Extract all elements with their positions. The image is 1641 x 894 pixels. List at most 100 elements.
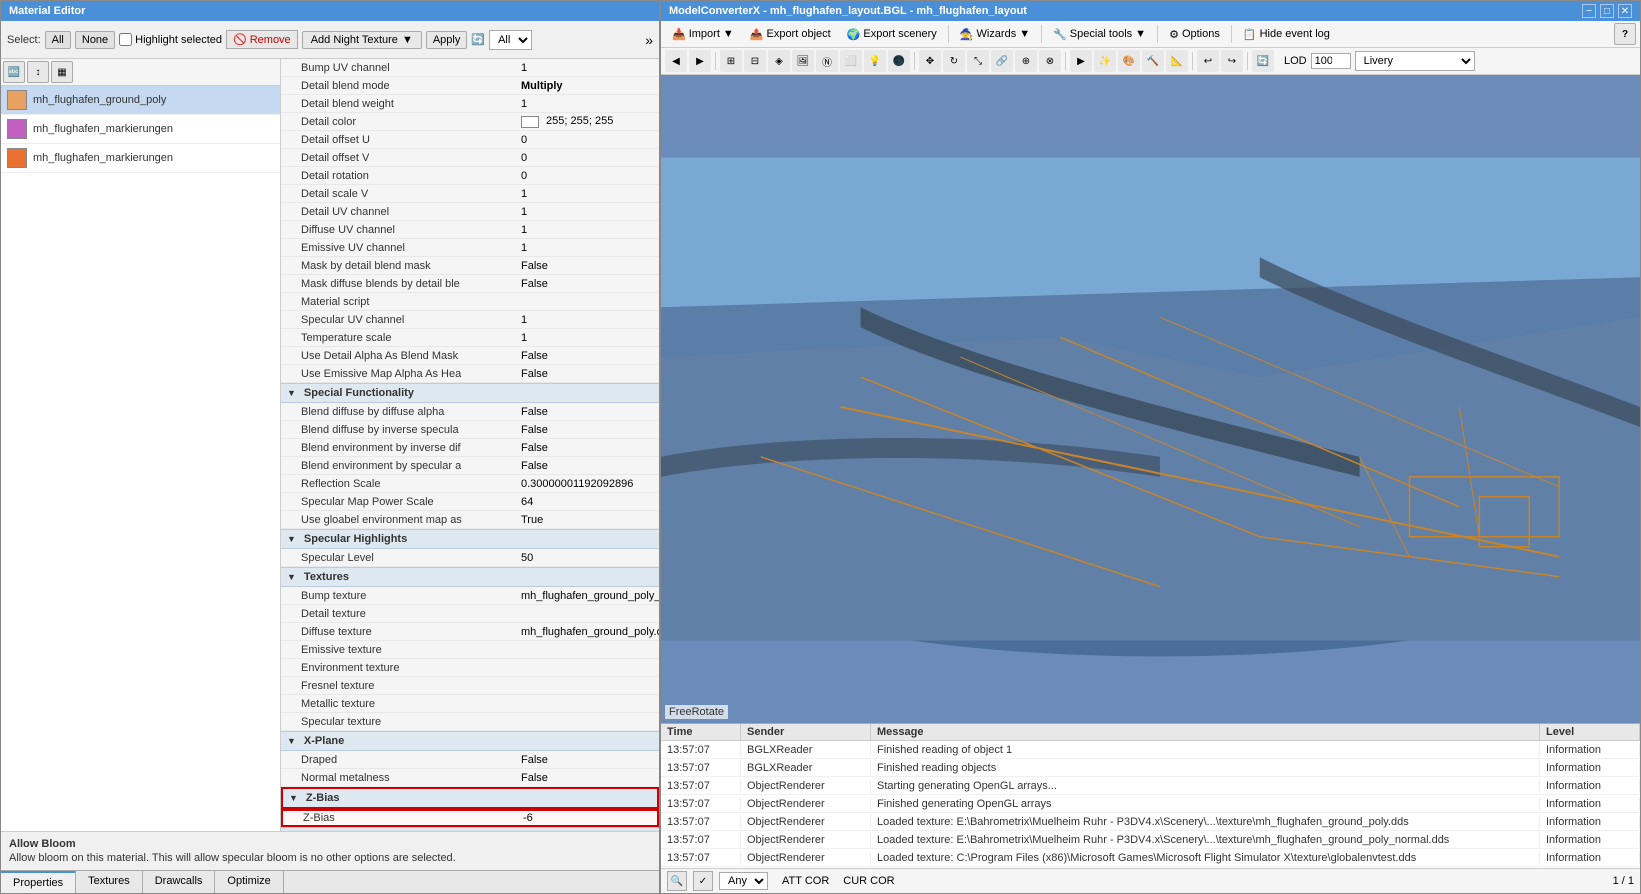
prop-row-normal-metal[interactable]: Normal metalness False (281, 769, 659, 787)
redo-icon[interactable]: ↪ (1221, 50, 1243, 72)
prop-row-fresnel-tex[interactable]: Fresnel texture (281, 677, 659, 695)
scale-icon[interactable]: ⤡ (967, 50, 989, 72)
bbox-icon[interactable]: ⬜ (840, 50, 862, 72)
all-button[interactable]: All (45, 31, 71, 49)
light-icon[interactable]: 💡 (864, 50, 886, 72)
prop-row-blend-diffuse[interactable]: Blend diffuse by diffuse alpha False (281, 403, 659, 421)
menu-options[interactable]: ⚙ Options (1162, 25, 1227, 44)
none-button[interactable]: None (75, 31, 115, 49)
sort-alpha-button[interactable]: 🔤 (3, 61, 25, 83)
tab-optimize[interactable]: Optimize (215, 871, 283, 893)
prop-row-specular-uv[interactable]: Specular UV channel 1 (281, 311, 659, 329)
move-icon[interactable]: ✥ (919, 50, 941, 72)
prop-row-mask-blend[interactable]: Mask by detail blend mask False (281, 257, 659, 275)
prop-row-spec-power[interactable]: Specular Map Power Scale 64 (281, 493, 659, 511)
prop-row-bump-tex[interactable]: Bump texture mh_flughafen_ground_poly_no… (281, 587, 659, 605)
wireframe-icon[interactable]: ◈ (768, 50, 790, 72)
attach-icon[interactable]: 🔗 (991, 50, 1013, 72)
zoom-fit-icon[interactable]: ⊞ (720, 50, 742, 72)
prop-row-env-tex[interactable]: Environment texture (281, 659, 659, 677)
all-filter-dropdown[interactable]: All (489, 30, 532, 50)
undo-icon[interactable]: ↩ (1197, 50, 1219, 72)
prop-row-temp-scale[interactable]: Temperature scale 1 (281, 329, 659, 347)
sort-order-button[interactable]: ↕ (27, 61, 49, 83)
prop-row-use-emissive[interactable]: Use Emissive Map Alpha As Hea False (281, 365, 659, 383)
texture-icon[interactable]: 🖼 (792, 50, 814, 72)
minimize-button[interactable]: − (1582, 4, 1596, 18)
maximize-button[interactable]: □ (1600, 4, 1614, 18)
prop-row-blend-mode[interactable]: Detail blend mode Multiply (281, 77, 659, 95)
log-row-3[interactable]: 13:57:07 ObjectRenderer Finished generat… (661, 795, 1640, 813)
prop-row-emissive-uv[interactable]: Emissive UV channel 1 (281, 239, 659, 257)
section-textures[interactable]: ▼ Textures (281, 567, 659, 587)
tool2-icon[interactable]: 📐 (1166, 50, 1188, 72)
mat-icon[interactable]: 🎨 (1118, 50, 1140, 72)
any-filter-dropdown[interactable]: Any (719, 872, 768, 890)
highlight-label[interactable]: Highlight selected (119, 33, 222, 46)
prop-row-specular-tex[interactable]: Specular texture (281, 713, 659, 731)
prop-row-global-env[interactable]: Use gloabel environment map as True (281, 511, 659, 529)
prop-row-mat-script[interactable]: Material script (281, 293, 659, 311)
livery-dropdown[interactable]: Livery (1355, 51, 1475, 71)
prop-row-blend-env-spec[interactable]: Blend environment by specular a False (281, 457, 659, 475)
menu-export-object[interactable]: 📤 Export object (743, 25, 838, 44)
prop-row-blend-weight[interactable]: Detail blend weight 1 (281, 95, 659, 113)
forward-icon[interactable]: ▶ (689, 50, 711, 72)
expand-icon[interactable]: » (645, 32, 653, 48)
tab-properties[interactable]: Properties (1, 871, 76, 893)
grid-icon[interactable]: ⊟ (744, 50, 766, 72)
normal-icon[interactable]: Ⓝ (816, 50, 838, 72)
prop-row-reflection[interactable]: Reflection Scale 0.30000001192092896 (281, 475, 659, 493)
prop-row-offset-u[interactable]: Detail offset U 0 (281, 131, 659, 149)
prop-row-offset-v[interactable]: Detail offset V 0 (281, 149, 659, 167)
anim-icon[interactable]: ▶ (1070, 50, 1092, 72)
close-button[interactable]: ✕ (1618, 4, 1632, 18)
prop-row-detail-tex[interactable]: Detail texture (281, 605, 659, 623)
menu-export-scenery[interactable]: 🌍 Export scenery (840, 25, 944, 44)
prop-row-scale-v[interactable]: Detail scale V 1 (281, 185, 659, 203)
highlight-checkbox[interactable] (119, 33, 132, 46)
shadow-icon[interactable]: 🌑 (888, 50, 910, 72)
filter-icon-button[interactable]: 🔍 (667, 871, 687, 891)
tab-textures[interactable]: Textures (76, 871, 143, 893)
menu-hide-event-log[interactable]: 📋 Hide event log (1236, 25, 1337, 44)
prop-row-blend-inv-spec[interactable]: Blend diffuse by inverse specula False (281, 421, 659, 439)
grid-button[interactable]: ▦ (51, 61, 73, 83)
log-row-1[interactable]: 13:57:07 BGLXReader Finished reading obj… (661, 759, 1640, 777)
prop-row-metallic-tex[interactable]: Metallic texture (281, 695, 659, 713)
log-row-0[interactable]: 13:57:07 BGLXReader Finished reading of … (661, 741, 1640, 759)
back-icon[interactable]: ◀ (665, 50, 687, 72)
material-item-1[interactable]: mh_flughafen_markierungen (1, 115, 280, 144)
prop-row-emissive-tex[interactable]: Emissive texture (281, 641, 659, 659)
prop-row-detail-color[interactable]: Detail color 255; 255; 255 (281, 113, 659, 131)
help-button[interactable]: ? (1614, 23, 1636, 45)
prop-row-use-detail-alpha[interactable]: Use Detail Alpha As Blend Mask False (281, 347, 659, 365)
section-xplane[interactable]: ▼ X-Plane (281, 731, 659, 751)
section-specular-highlights[interactable]: ▼ Specular Highlights (281, 529, 659, 549)
prop-row-bump-uv[interactable]: Bump UV channel 1 (281, 59, 659, 77)
apply-button[interactable]: Apply (426, 31, 468, 49)
prop-row-diffuse-uv[interactable]: Diffuse UV channel 1 (281, 221, 659, 239)
menu-import[interactable]: 📥 Import ▼ (665, 25, 741, 44)
fx-icon[interactable]: ✨ (1094, 50, 1116, 72)
prop-row-zbias[interactable]: Z-Bias -6 (281, 809, 659, 827)
log-row-2[interactable]: 13:57:07 ObjectRenderer Starting generat… (661, 777, 1640, 795)
prop-row-rotation[interactable]: Detail rotation 0 (281, 167, 659, 185)
prop-row-blend-env-inv[interactable]: Blend environment by inverse dif False (281, 439, 659, 457)
rotate-icon[interactable]: ↻ (943, 50, 965, 72)
log-row-4[interactable]: 13:57:07 ObjectRenderer Loaded texture: … (661, 813, 1640, 831)
menu-special-tools[interactable]: 🔧 Special tools ▼ (1046, 25, 1153, 44)
lod-input[interactable] (1311, 53, 1351, 69)
prop-row-diffuse-tex[interactable]: Diffuse texture mh_flughafen_ground_poly… (281, 623, 659, 641)
prop-row-mask-diffuse[interactable]: Mask diffuse blends by detail ble False (281, 275, 659, 293)
material-item-2[interactable]: mh_flughafen_markierungen (1, 144, 280, 173)
viewport[interactable]: FreeRotate (661, 75, 1640, 723)
clear-icon-button[interactable]: ✓ (693, 871, 713, 891)
select-icon[interactable]: ⊕ (1015, 50, 1037, 72)
remove-button[interactable]: 🚫 Remove (226, 30, 298, 49)
section-special-functionality[interactable]: ▼ Special Functionality (281, 383, 659, 403)
log-row-5[interactable]: 13:57:07 ObjectRenderer Loaded texture: … (661, 831, 1640, 849)
reload-icon[interactable]: 🔄 (1252, 50, 1274, 72)
prop-row-draped[interactable]: Draped False (281, 751, 659, 769)
material-item-0[interactable]: mh_flughafen_ground_poly (1, 86, 280, 115)
